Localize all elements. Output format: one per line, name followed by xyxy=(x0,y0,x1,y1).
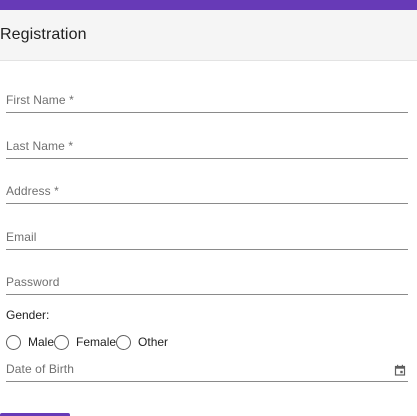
calendar-icon[interactable] xyxy=(394,364,406,376)
header-bar: Registration xyxy=(0,10,417,61)
page-title: Registration xyxy=(0,26,87,43)
radio-circle-icon[interactable] xyxy=(54,334,70,350)
first-name-label: First Name * xyxy=(6,93,74,107)
gender-option-label: Female xyxy=(76,335,117,349)
password-label: Password xyxy=(6,275,60,289)
first-name-field[interactable]: First Name * xyxy=(6,93,408,113)
date-of-birth-field[interactable]: Date of Birth xyxy=(6,362,408,382)
registration-page: Registration First Name * Last Name * Ad… xyxy=(0,0,417,416)
gender-option-label: Male xyxy=(28,335,55,349)
password-field[interactable]: Password xyxy=(6,275,408,295)
radio-circle-icon[interactable] xyxy=(116,334,132,350)
radio-circle-icon[interactable] xyxy=(6,334,21,350)
gender-radio-female[interactable]: Female xyxy=(54,334,117,350)
last-name-label: Last Name * xyxy=(6,139,74,153)
gender-radio-group: Male Female Other xyxy=(6,333,168,351)
app-top-bar xyxy=(0,0,417,10)
address-field[interactable]: Address * xyxy=(6,184,408,204)
gender-radio-male[interactable]: Male xyxy=(6,334,55,350)
email-field[interactable]: Email xyxy=(6,230,408,250)
gender-option-label: Other xyxy=(138,335,169,349)
address-label: Address * xyxy=(6,184,59,198)
date-of-birth-label: Date of Birth xyxy=(6,362,74,376)
gender-label: Gender: xyxy=(6,308,50,322)
email-label: Email xyxy=(6,230,37,244)
last-name-field[interactable]: Last Name * xyxy=(6,139,408,159)
gender-radio-other[interactable]: Other xyxy=(116,334,169,350)
